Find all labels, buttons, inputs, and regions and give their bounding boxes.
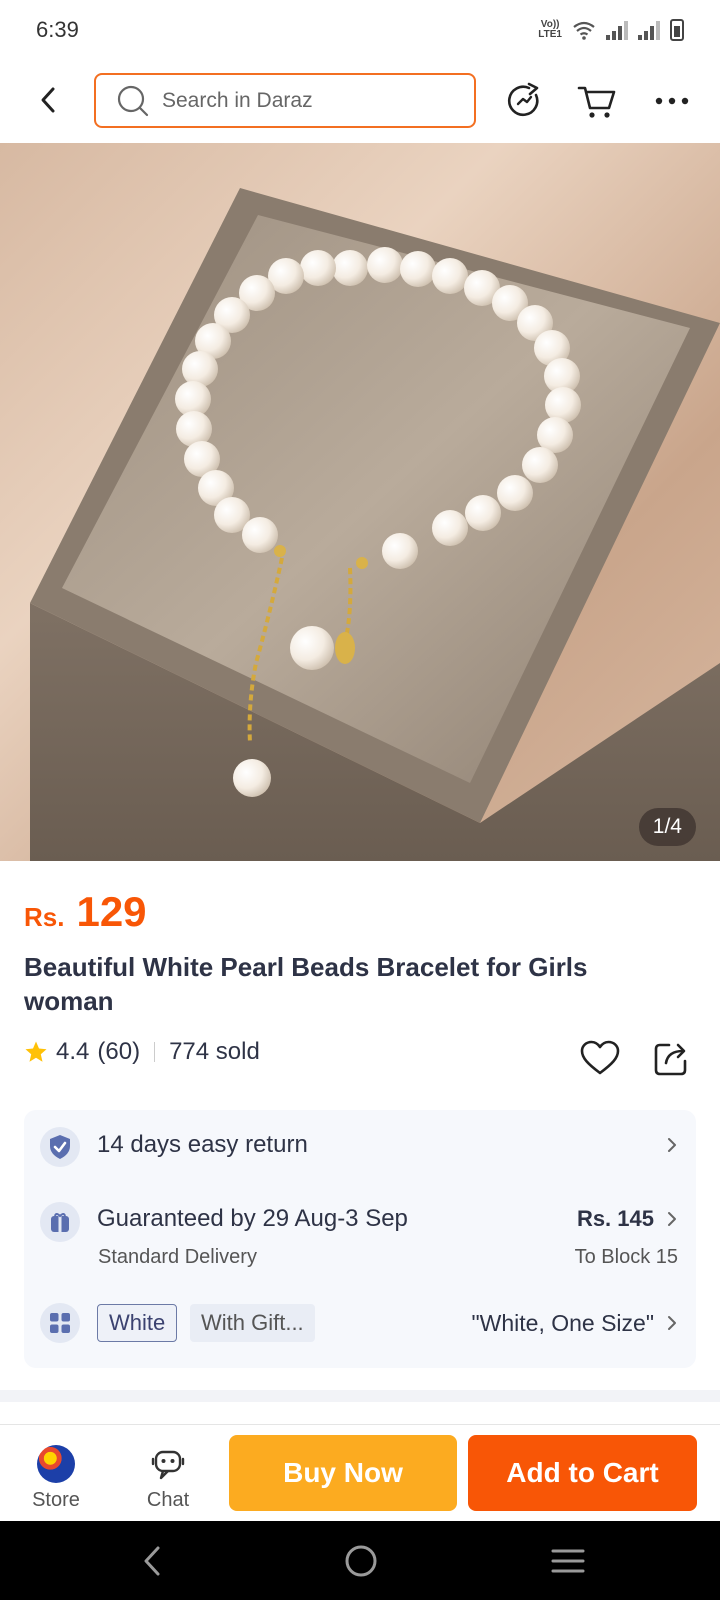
system-home-button[interactable] xyxy=(339,1539,383,1583)
cart-button[interactable] xyxy=(576,80,618,122)
review-count: (60) xyxy=(97,1038,141,1065)
shield-check-icon xyxy=(40,1127,80,1167)
return-row[interactable]: 14 days easy return xyxy=(24,1110,696,1180)
divider xyxy=(154,1042,156,1062)
rating-value: 4.4 xyxy=(56,1038,90,1065)
return-text: 14 days easy return xyxy=(97,1131,308,1158)
status-bar: 6:39 Vo)) LTE1 xyxy=(0,0,720,60)
wishlist-button[interactable] xyxy=(578,1036,622,1080)
top-nav xyxy=(0,60,720,142)
search-input[interactable] xyxy=(162,88,442,113)
history-button[interactable] xyxy=(503,80,545,122)
delivery-row[interactable]: Guaranteed by 29 Aug-3 Sep Standard Deli… xyxy=(24,1180,696,1280)
delivery-date: Guaranteed by 29 Aug-3 Sep xyxy=(97,1205,408,1232)
pearl-bracelet-image xyxy=(30,188,720,861)
back-button[interactable] xyxy=(30,82,66,118)
more-dots-icon xyxy=(655,97,689,105)
chat-label: Chat xyxy=(146,1489,190,1511)
product-title: Beautiful White Pearl Beads Bracelet for… xyxy=(24,952,588,1016)
system-menu-icon xyxy=(551,1549,585,1573)
info-card: 14 days easy return Guaranteed by 29 Aug… xyxy=(24,1110,696,1368)
variant-chip-gift[interactable]: With Gift... xyxy=(190,1304,315,1342)
rating-row[interactable]: 4.4 (60) 774 sold xyxy=(24,1038,260,1066)
section-separator xyxy=(0,1390,720,1402)
product-image[interactable]: 1/4 xyxy=(0,143,720,861)
heart-icon xyxy=(580,1040,620,1075)
variant-row[interactable]: White With Gift... "White, One Size" xyxy=(24,1280,696,1368)
price-currency: Rs. xyxy=(24,902,65,932)
delivery-type: Standard Delivery xyxy=(98,1246,257,1268)
chat-bot-icon xyxy=(149,1445,187,1483)
grid-icon xyxy=(40,1303,80,1343)
price: Rs. 129 xyxy=(24,888,147,936)
search-box[interactable] xyxy=(94,73,476,128)
chevron-left-icon xyxy=(41,87,55,113)
system-back-icon xyxy=(144,1546,160,1576)
volte-icon: Vo)) LTE1 xyxy=(538,19,562,40)
battery-icon xyxy=(670,19,684,41)
image-counter: 1/4 xyxy=(638,808,696,846)
buy-now-button[interactable]: Buy Now xyxy=(229,1435,457,1511)
signal-icon-2 xyxy=(638,20,660,40)
store-tab[interactable]: Store xyxy=(16,1445,96,1512)
status-time: 6:39 xyxy=(36,17,79,42)
share-button[interactable] xyxy=(650,1036,694,1080)
search-icon xyxy=(117,85,149,116)
chevron-right-icon xyxy=(664,1315,680,1331)
add-to-cart-button[interactable]: Add to Cart xyxy=(468,1435,697,1511)
sold-count: 774 sold xyxy=(169,1038,260,1065)
cart-icon xyxy=(577,86,616,118)
system-back-button[interactable] xyxy=(130,1539,174,1583)
price-amount: 129 xyxy=(76,888,147,935)
history-icon xyxy=(507,82,539,117)
variant-selected: "White, One Size" xyxy=(471,1310,654,1336)
chat-tab[interactable]: Chat xyxy=(128,1445,208,1512)
bottom-action-bar: Store Chat Buy Now Add to Cart xyxy=(0,1425,720,1520)
system-menu-button[interactable] xyxy=(546,1539,590,1583)
more-button[interactable] xyxy=(651,80,693,122)
gift-box-icon xyxy=(40,1202,80,1242)
system-nav-bar xyxy=(0,1521,720,1600)
delivery-location: To Block 15 xyxy=(574,1246,678,1268)
wifi-icon xyxy=(573,21,595,40)
chevron-right-icon xyxy=(664,1137,680,1153)
variant-chip-white[interactable]: White xyxy=(97,1304,178,1342)
status-icons: Vo)) LTE1 xyxy=(538,19,684,41)
system-home-icon xyxy=(345,1545,377,1577)
store-logo-icon xyxy=(37,1445,75,1483)
signal-icon-1 xyxy=(606,20,628,40)
delivery-fee: Rs. 145 xyxy=(576,1206,654,1231)
store-label: Store xyxy=(32,1489,80,1511)
share-icon xyxy=(654,1043,687,1076)
chevron-right-icon xyxy=(664,1211,680,1227)
star-icon xyxy=(25,1041,47,1062)
